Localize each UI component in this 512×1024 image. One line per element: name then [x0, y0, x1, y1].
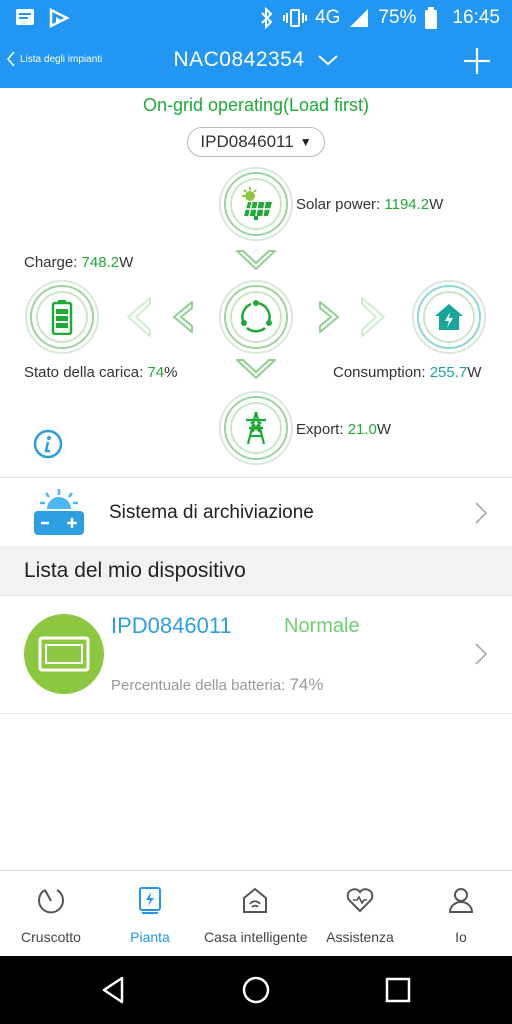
flow-arrow-left-icon [173, 301, 193, 333]
home-load-node [412, 280, 486, 354]
solar-power-unit: W [429, 196, 444, 213]
tab-label: Io [455, 929, 467, 945]
house-icon [435, 304, 463, 330]
chevron-down-icon [317, 55, 338, 66]
state-of-charge-label: Stato della carica: 74% [24, 364, 177, 381]
app-screen: 4G 75% 16:45 Lista degli impianti NAC084… [0, 0, 512, 1024]
battery-node [25, 280, 99, 354]
caret-down-icon: ▼ [299, 135, 312, 149]
cycle-icon [241, 300, 272, 333]
device-list-item[interactable]: IPD0846011 Normale Percentuale della bat… [0, 596, 512, 714]
storage-battery-icon [34, 489, 84, 535]
divider [0, 713, 512, 714]
solar-node [219, 167, 293, 241]
tab-label: Pianta [130, 929, 170, 945]
flow-arrow-down-icon [236, 359, 276, 379]
tab-support[interactable]: Assistenza [309, 871, 411, 957]
solar-power-label: Solar power: 1194.2W [296, 196, 443, 213]
add-icon[interactable] [462, 46, 492, 76]
flow-arrow-right-icon [361, 297, 385, 337]
play-store-icon [49, 7, 70, 29]
storage-system-label: Sistema di archiviazione [109, 502, 314, 523]
grid-node [219, 391, 293, 465]
dashboard-icon [38, 889, 64, 914]
plant-selector[interactable]: NAC0842354 [173, 48, 338, 72]
soc-caption: Stato della carica: [24, 364, 148, 381]
storage-system-row[interactable]: Sistema di archiviazione [0, 478, 512, 546]
device-battery-caption: Percentuale della batteria: [111, 677, 290, 694]
soc-unit: % [164, 364, 178, 381]
charge-value: 748.2 [81, 254, 120, 271]
app-header: Lista degli impianti NAC0842354 [0, 36, 512, 88]
recents-square-icon[interactable] [382, 974, 414, 1006]
solar-power-caption: Solar power: [296, 196, 385, 213]
system-nav-bar [0, 956, 512, 1024]
device-status: Normale [284, 615, 360, 637]
clock: 16:45 [452, 7, 500, 28]
tab-profile[interactable]: Io [410, 871, 512, 957]
device-list-title: Lista del mio dispositivo [24, 559, 246, 582]
flow-arrow-down-icon [236, 250, 276, 270]
operating-mode: On-grid operating(Load first) [142, 95, 370, 115]
smart-home-icon [243, 887, 267, 913]
tab-plant[interactable]: Pianta [99, 871, 201, 957]
network-type: 4G [315, 7, 341, 28]
signal-icon [350, 9, 369, 27]
bluetooth-icon [261, 7, 273, 29]
tab-dashboard[interactable]: Cruscotto [0, 871, 102, 957]
charge-unit: W [119, 254, 134, 271]
chevron-right-icon [475, 502, 488, 524]
status-bar: 4G 75% 16:45 [0, 0, 512, 36]
vibrate-icon [283, 9, 308, 27]
device-list-header: Lista del mio dispositivo [0, 546, 512, 595]
chevron-right-icon [475, 643, 488, 665]
flow-arrow-right-icon [319, 301, 339, 333]
export-label: Export: 21.0W [296, 421, 391, 438]
back-triangle-icon[interactable] [98, 974, 130, 1006]
device-battery: Percentuale della batteria: 74% [111, 675, 323, 695]
message-icon [16, 9, 34, 25]
consumption-caption: Consumption: [333, 364, 430, 381]
profile-icon [448, 888, 474, 913]
charge-caption: Charge: [24, 254, 82, 271]
inverter-device-icon [38, 636, 90, 672]
bottom-tab-bar: Cruscotto Pianta Casa intelligente Assis… [0, 870, 512, 956]
power-tower-icon [246, 411, 266, 445]
tab-label: Casa intelligente [204, 929, 308, 945]
export-unit: W [376, 421, 392, 438]
consumption-label: Consumption: 255.7W [333, 364, 481, 381]
plant-icon [139, 887, 161, 914]
plant-id: NAC0842354 [173, 48, 305, 71]
tab-label: Cruscotto [21, 929, 81, 945]
export-caption: Export: [296, 421, 348, 438]
soc-value: 74 [147, 364, 165, 381]
support-icon [346, 888, 374, 913]
device-selector-value: IPD0846011 [200, 132, 294, 151]
tab-smart-home[interactable]: Casa intelligente [204, 871, 308, 957]
battery-percent: 75% [378, 7, 417, 28]
tab-label: Assistenza [326, 929, 394, 945]
flow-arrow-left-icon [127, 297, 151, 337]
battery-level-icon [51, 300, 73, 335]
device-battery-value: 74% [289, 675, 324, 694]
consumption-value: 255.7 [429, 364, 468, 381]
device-name: IPD0846011 [111, 613, 232, 638]
battery-icon [425, 7, 438, 29]
charge-label: Charge: 748.2W [24, 254, 133, 271]
consumption-unit: W [467, 364, 482, 381]
solar-power-value: 1194.2 [384, 196, 430, 213]
device-avatar [24, 614, 104, 694]
inverter-hub-node [219, 280, 293, 354]
export-value: 21.0 [347, 421, 377, 438]
home-circle-icon[interactable] [240, 974, 272, 1006]
info-icon[interactable] [33, 429, 63, 459]
solar-panel-icon [242, 187, 272, 220]
device-selector[interactable]: IPD0846011 ▼ [187, 127, 325, 157]
